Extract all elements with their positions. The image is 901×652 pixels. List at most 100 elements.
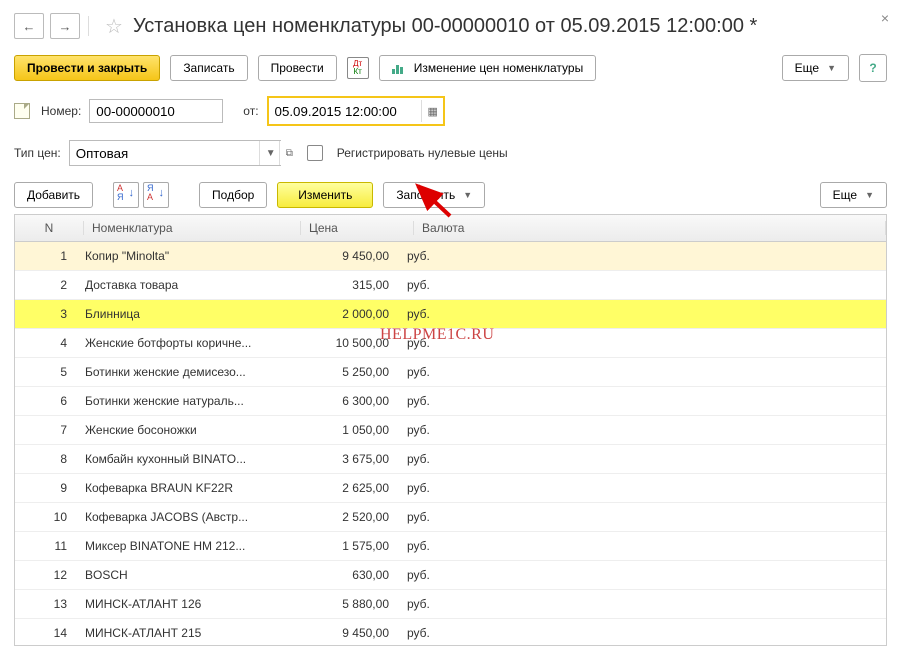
table-row[interactable]: 13МИНСК-АТЛАНТ 1265 880,00руб. [15, 590, 886, 619]
debit-credit-icon[interactable]: ДтКт [347, 57, 369, 79]
cell-n: 10 [15, 510, 77, 524]
add-button[interactable]: Добавить [14, 182, 93, 208]
cell-currency: руб. [399, 481, 886, 495]
window-title: Установка цен номенклатуры 00-00000010 о… [133, 15, 757, 38]
cell-price: 1 050,00 [293, 423, 399, 437]
cell-price: 5 250,00 [293, 365, 399, 379]
cell-name: BOSCH [77, 568, 293, 582]
cell-name: Блинница [77, 307, 293, 321]
sort-asc-button[interactable]: АЯ↓ [113, 182, 139, 208]
nav-separator [88, 16, 89, 36]
cell-price: 5 880,00 [293, 597, 399, 611]
price-type-open-button[interactable]: ⧉ [279, 141, 299, 165]
cell-name: Кофеварка BRAUN KF22R [77, 481, 293, 495]
change-button[interactable]: Изменить [277, 182, 373, 208]
table-row[interactable]: 10Кофеварка JACOBS (Австр...2 520,00руб. [15, 503, 886, 532]
col-price[interactable]: Цена [301, 221, 414, 235]
close-button[interactable]: × [881, 10, 889, 26]
cell-currency: руб. [399, 249, 886, 263]
cell-n: 9 [15, 481, 77, 495]
cell-currency: руб. [399, 336, 886, 350]
price-type-label: Тип цен: [14, 146, 61, 160]
post-button[interactable]: Провести [258, 55, 337, 81]
save-button[interactable]: Записать [170, 55, 247, 81]
cell-currency: руб. [399, 278, 886, 292]
nav-forward-button[interactable]: → [50, 13, 80, 39]
register-zero-label: Регистрировать нулевые цены [337, 146, 508, 160]
cell-name: Ботинки женские демисезо... [77, 365, 293, 379]
cell-currency: руб. [399, 423, 886, 437]
cell-price: 10 500,00 [293, 336, 399, 350]
price-changes-label: Изменение цен номенклатуры [414, 61, 584, 75]
table-row[interactable]: 7Женские босоножки1 050,00руб. [15, 416, 886, 445]
cell-currency: руб. [399, 568, 886, 582]
cell-price: 9 450,00 [293, 626, 399, 640]
table-row[interactable]: 9Кофеварка BRAUN KF22R2 625,00руб. [15, 474, 886, 503]
cell-name: Доставка товара [77, 278, 293, 292]
col-n[interactable]: N [15, 221, 84, 235]
cell-n: 6 [15, 394, 77, 408]
cell-n: 13 [15, 597, 77, 611]
cell-n: 5 [15, 365, 77, 379]
pick-button[interactable]: Подбор [199, 182, 267, 208]
cell-price: 2 000,00 [293, 307, 399, 321]
cell-name: Женские босоножки [77, 423, 293, 437]
cell-currency: руб. [399, 539, 886, 553]
table-row[interactable]: 6Ботинки женские натураль...6 300,00руб. [15, 387, 886, 416]
cell-name: Комбайн кухонный BINATO... [77, 452, 293, 466]
chart-icon [392, 62, 406, 74]
cell-currency: руб. [399, 394, 886, 408]
table-row[interactable]: 11Миксер BINATONE HM 212...1 575,00руб. [15, 532, 886, 561]
cell-price: 3 675,00 [293, 452, 399, 466]
cell-currency: руб. [399, 626, 886, 640]
number-label: Номер: [41, 104, 81, 118]
table-row[interactable]: 12BOSCH630,00руб. [15, 561, 886, 590]
table-body[interactable]: 1Копир "Minolta"9 450,00руб.2Доставка то… [15, 242, 886, 645]
table-row[interactable]: 4Женские ботфорты коричне...10 500,00руб… [15, 329, 886, 358]
price-changes-button[interactable]: Изменение цен номенклатуры [379, 55, 597, 81]
cell-price: 6 300,00 [293, 394, 399, 408]
cell-name: Кофеварка JACOBS (Австр... [77, 510, 293, 524]
cell-currency: руб. [399, 365, 886, 379]
price-type-dropdown-button[interactable]: ▼ [259, 141, 279, 165]
data-table: N Номенклатура Цена Валюта 1Копир "Minol… [14, 214, 887, 646]
table-row[interactable]: 8Комбайн кухонный BINATO...3 675,00руб. [15, 445, 886, 474]
cell-n: 11 [15, 539, 77, 553]
table-row[interactable]: 2Доставка товара315,00руб. [15, 271, 886, 300]
price-type-select: ▼ ⧉ [69, 140, 281, 166]
col-currency[interactable]: Валюта [414, 221, 886, 235]
nav-back-button[interactable]: ← [14, 13, 44, 39]
number-input[interactable] [89, 99, 223, 123]
cell-currency: руб. [399, 452, 886, 466]
help-button[interactable]: ? [859, 54, 887, 82]
table-row[interactable]: 3Блинница2 000,00руб. [15, 300, 886, 329]
table-more-button[interactable]: Еще▼ [820, 182, 887, 208]
date-input[interactable] [269, 100, 421, 122]
cell-n: 4 [15, 336, 77, 350]
favorite-star-icon[interactable]: ☆ [105, 14, 123, 39]
cell-currency: руб. [399, 597, 886, 611]
cell-price: 1 575,00 [293, 539, 399, 553]
price-type-input[interactable] [70, 141, 259, 165]
cell-price: 9 450,00 [293, 249, 399, 263]
table-row[interactable]: 1Копир "Minolta"9 450,00руб. [15, 242, 886, 271]
cell-name: Копир "Minolta" [77, 249, 293, 263]
col-name[interactable]: Номенклатура [84, 221, 301, 235]
fill-button[interactable]: Заполнить▼ [383, 182, 485, 208]
post-and-close-button[interactable]: Провести и закрыть [14, 55, 160, 81]
cell-price: 2 625,00 [293, 481, 399, 495]
calendar-button[interactable]: ▦ [421, 100, 443, 122]
date-input-wrap: ▦ [267, 96, 445, 126]
table-row[interactable]: 14МИНСК-АТЛАНТ 2159 450,00руб. [15, 619, 886, 645]
sort-desc-button[interactable]: ЯА↓ [143, 182, 169, 208]
cell-n: 7 [15, 423, 77, 437]
cell-name: Ботинки женские натураль... [77, 394, 293, 408]
cell-price: 2 520,00 [293, 510, 399, 524]
cell-n: 14 [15, 626, 77, 640]
cell-n: 3 [15, 307, 77, 321]
more-button[interactable]: Еще▼ [782, 55, 849, 81]
cell-name: МИНСК-АТЛАНТ 215 [77, 626, 293, 640]
table-row[interactable]: 5Ботинки женские демисезо...5 250,00руб. [15, 358, 886, 387]
register-zero-checkbox[interactable] [307, 145, 323, 161]
cell-price: 630,00 [293, 568, 399, 582]
